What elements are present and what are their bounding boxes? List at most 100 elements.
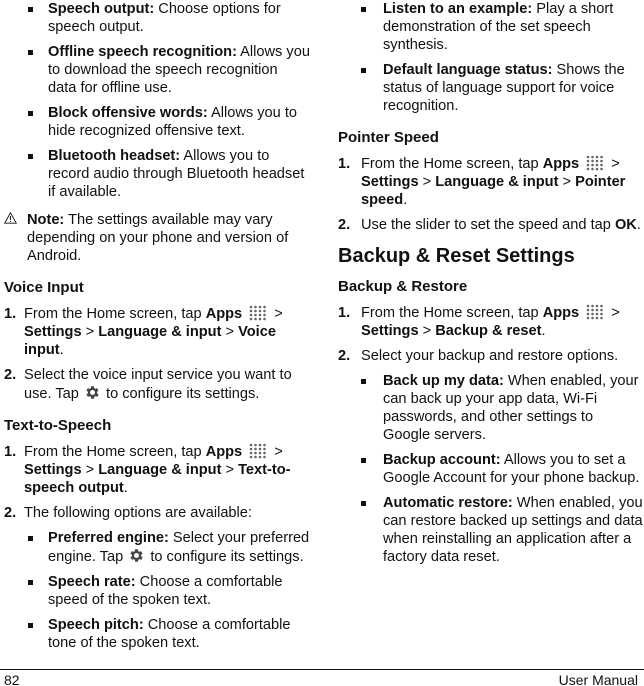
- separator: >: [607, 305, 620, 321]
- step-text: Use the slider to set the speed and tap: [361, 217, 615, 233]
- separator: >: [221, 324, 239, 340]
- item-desc: to configure its settings.: [146, 549, 304, 565]
- bullet-marker: [361, 7, 366, 12]
- step-number: 2.: [338, 217, 351, 233]
- page-section-title: Backup & Reset Settings: [338, 245, 575, 267]
- apps-icon: [248, 305, 268, 321]
- step: 1. From the Home screen, tap Apps > Sett…: [338, 304, 644, 340]
- apps-label: Apps: [542, 305, 580, 321]
- bullet-marker: [28, 536, 33, 541]
- item-term: Bluetooth headset:: [48, 148, 181, 164]
- separator: >: [270, 444, 283, 460]
- item-term: Backup account:: [383, 452, 501, 468]
- punctuation: .: [636, 217, 641, 233]
- list-item: Listen to an example: Play a short demon…: [338, 0, 644, 54]
- separator: >: [418, 174, 436, 190]
- separator: >: [270, 306, 283, 322]
- apps-label: Apps: [205, 306, 243, 322]
- step-number: 1.: [338, 305, 351, 321]
- item-term: Default language status:: [383, 62, 553, 78]
- list-item: Default language status: Shows the statu…: [338, 61, 644, 115]
- apps-label: Apps: [542, 156, 580, 172]
- step: 1. From the Home screen, tap Apps > Sett…: [0, 443, 310, 497]
- note: Note: The settings available may vary de…: [0, 211, 310, 265]
- list-item: Backup account: Allows you to set a Goog…: [338, 451, 644, 487]
- section-heading: Pointer Speed: [338, 129, 439, 146]
- step-text: to configure its settings.: [101, 386, 260, 402]
- menu-path-item: Language & input: [98, 324, 222, 340]
- apps-icon: [248, 443, 268, 459]
- apps-icon: [585, 304, 605, 320]
- bullet-marker: [28, 623, 33, 628]
- menu-path-item: Settings: [361, 323, 419, 339]
- gear-icon: [128, 547, 145, 564]
- menu-path-item: Language & input: [98, 462, 222, 478]
- apps-label: Apps: [205, 444, 243, 460]
- punctuation: .: [541, 323, 546, 339]
- list-item: Automatic restore: When enabled, you can…: [338, 494, 644, 566]
- list-item: Back up my data: When enabled, your can …: [338, 372, 644, 444]
- step-text: Select your backup and restore options.: [361, 348, 619, 364]
- list-item: Block offensive words: Allows you to hid…: [0, 104, 310, 140]
- bullet-marker: [28, 580, 33, 585]
- step-number: 1.: [4, 444, 17, 460]
- punctuation: .: [403, 192, 408, 208]
- separator: >: [221, 462, 239, 478]
- step-number: 2.: [4, 505, 17, 521]
- step: 2. Select the voice input service you wa…: [0, 366, 310, 403]
- bullet-marker: [28, 154, 33, 159]
- note-label: Note:: [27, 212, 65, 228]
- item-term: Back up my data:: [383, 373, 504, 389]
- section-heading: Text-to-Speech: [4, 417, 112, 434]
- page-number: 82: [4, 672, 20, 686]
- step: 1. From the Home screen, tap Apps > Sett…: [338, 155, 644, 209]
- menu-path-item: Settings: [24, 324, 82, 340]
- step-number: 1.: [338, 156, 351, 172]
- left-column: Speech output: Choose options for speech…: [0, 0, 310, 659]
- separator: >: [81, 462, 99, 478]
- footer-title: User Manual: [558, 672, 638, 686]
- ok-label: OK: [614, 217, 637, 233]
- list-item: Preferred engine: Select your preferred …: [0, 529, 310, 566]
- list-item: Offline speech recognition: Allows you t…: [0, 43, 310, 97]
- item-term: Listen to an example:: [383, 1, 533, 17]
- separator: >: [81, 324, 99, 340]
- menu-path-item: Settings: [361, 174, 419, 190]
- warning-icon: [3, 211, 18, 229]
- separator: >: [558, 174, 576, 190]
- apps-icon: [585, 155, 605, 171]
- bullet-marker: [361, 501, 366, 506]
- item-term: Offline speech recognition:: [48, 44, 237, 60]
- list-item: Speech rate: Choose a comfortable speed …: [0, 573, 310, 609]
- step: 2. Use the slider to set the speed and t…: [338, 216, 644, 234]
- bullet-marker: [28, 50, 33, 55]
- list-item: Speech output: Choose options for speech…: [0, 0, 310, 36]
- list-item: Speech pitch: Choose a comfortable tone …: [0, 616, 310, 652]
- separator: >: [418, 323, 436, 339]
- step-text: From the Home screen, tap: [361, 156, 543, 172]
- step-text: From the Home screen, tap: [24, 306, 206, 322]
- item-term: Speech output:: [48, 1, 155, 17]
- step-number: 2.: [338, 348, 351, 364]
- punctuation: .: [123, 480, 128, 496]
- list-item: Bluetooth headset: Allows you to record …: [0, 147, 310, 201]
- step: 2. The following options are available:: [0, 504, 310, 522]
- menu-path-item: Settings: [24, 462, 82, 478]
- note-text: The settings available may vary dependin…: [27, 212, 289, 264]
- item-term: Speech rate:: [48, 574, 136, 590]
- menu-path-item: Backup & reset: [435, 323, 542, 339]
- step-text: From the Home screen, tap: [361, 305, 543, 321]
- footer-divider: [0, 669, 644, 670]
- menu-path-item: Language & input: [435, 174, 559, 190]
- bullet-marker: [361, 68, 366, 73]
- bullet-marker: [28, 7, 33, 12]
- separator: >: [607, 156, 620, 172]
- item-term: Preferred engine:: [48, 530, 169, 546]
- item-term: Speech pitch:: [48, 617, 144, 633]
- bullet-marker: [361, 458, 366, 463]
- gear-icon: [84, 384, 101, 401]
- step-text: The following options are available:: [24, 505, 252, 521]
- bullet-marker: [28, 111, 33, 116]
- punctuation: .: [59, 342, 64, 358]
- section-heading: Backup & Restore: [338, 278, 468, 295]
